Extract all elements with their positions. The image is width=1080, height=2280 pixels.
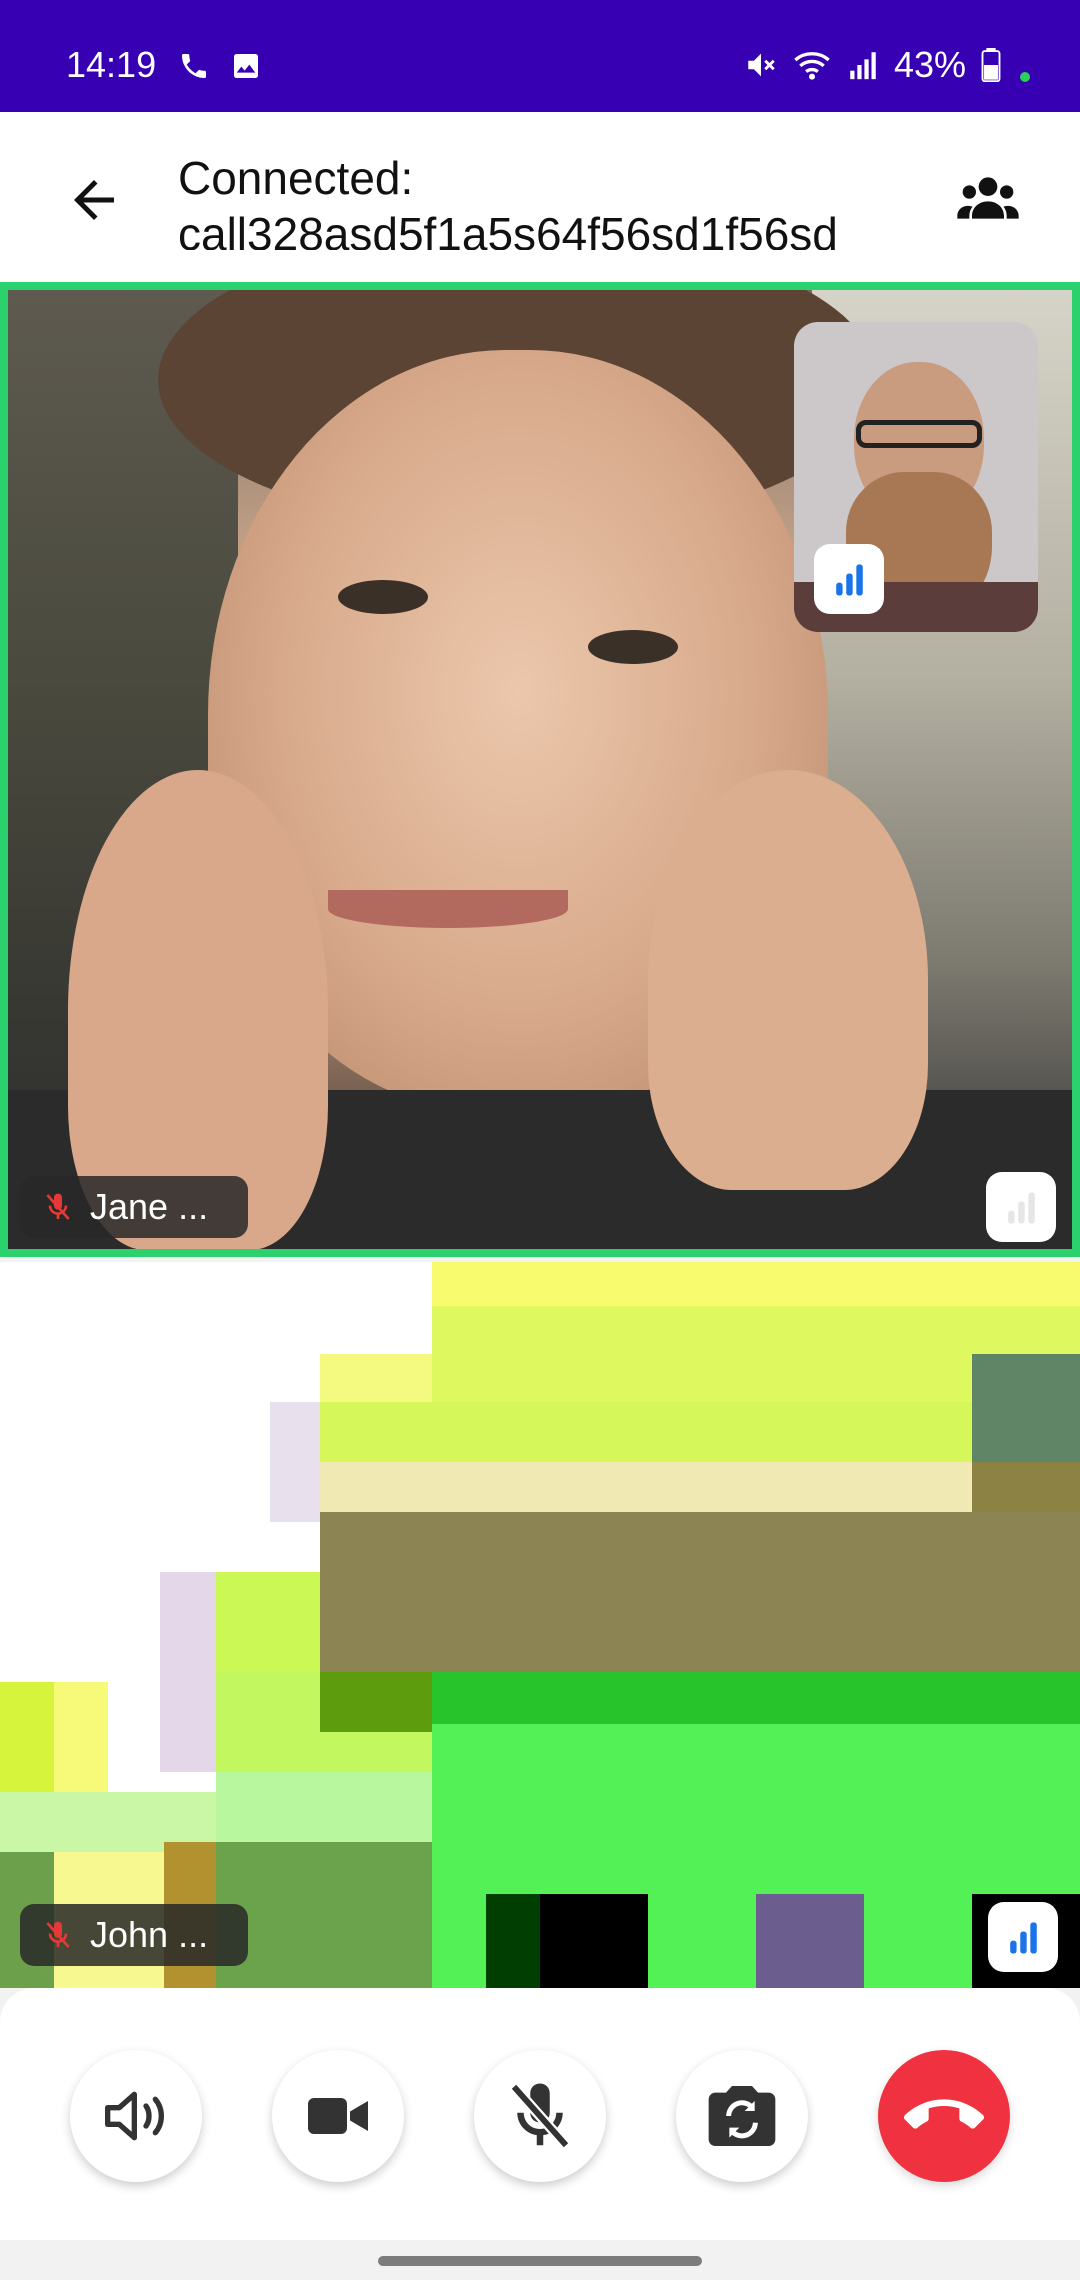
mic-off-icon [510,2083,570,2149]
call-title: Connected: call328asd5f1a5s64f56sd1f56sd [178,150,918,250]
back-button[interactable] [56,162,132,238]
arrow-left-icon [74,180,114,220]
participant-name: Jane ... [90,1186,209,1227]
participant-label: Jane ... [20,1176,248,1238]
title-line-2: call328asd5f1a5s64f56sd1f56sd [178,208,838,250]
signal-weak-icon [1008,1192,1035,1224]
status-bar: 14:19 43% [0,0,1080,112]
participant-name: John ... [90,1914,209,1955]
flip-camera-button[interactable] [676,2050,808,2182]
status-time: 14:19 [66,44,157,85]
signal-icon [836,564,863,596]
camera-button[interactable] [272,2050,404,2182]
connection-quality-badge [986,1172,1056,1242]
mic-off-icon [46,1921,70,1948]
group-icon [957,177,1019,219]
self-video-preview[interactable] [794,322,1038,632]
battery-icon [981,48,1001,82]
home-handle[interactable] [378,2256,702,2266]
participant-video-john[interactable]: John ... [0,1262,1080,1988]
connection-quality-badge [814,544,884,614]
speaker-button[interactable] [70,2050,202,2182]
image-icon [234,54,258,78]
phone-icon [182,54,206,78]
signal-icon [1010,1922,1037,1954]
hang-up-icon [904,2099,984,2129]
battery-percent: 43% [893,44,966,85]
speaker-icon [105,2091,164,2141]
title-line-1: Connected: [178,152,414,204]
signal-icon [850,52,876,80]
call-controls [0,1988,1080,2240]
app-bar: Connected: call328asd5f1a5s64f56sd1f56sd [0,112,1080,282]
hang-up-button[interactable] [878,2050,1010,2182]
participants-button[interactable] [952,164,1024,236]
mute-button[interactable] [474,2050,606,2182]
navigation-bar [0,2240,1080,2280]
mic-off-icon [46,1193,70,1220]
wifi-icon [794,52,830,80]
privacy-dot [1020,72,1030,82]
participant-label: John ... [20,1904,248,1966]
connection-quality-badge [988,1902,1058,1972]
mute-icon [748,53,775,77]
flip-camera-icon [708,2086,776,2146]
camera-icon [308,2098,368,2134]
